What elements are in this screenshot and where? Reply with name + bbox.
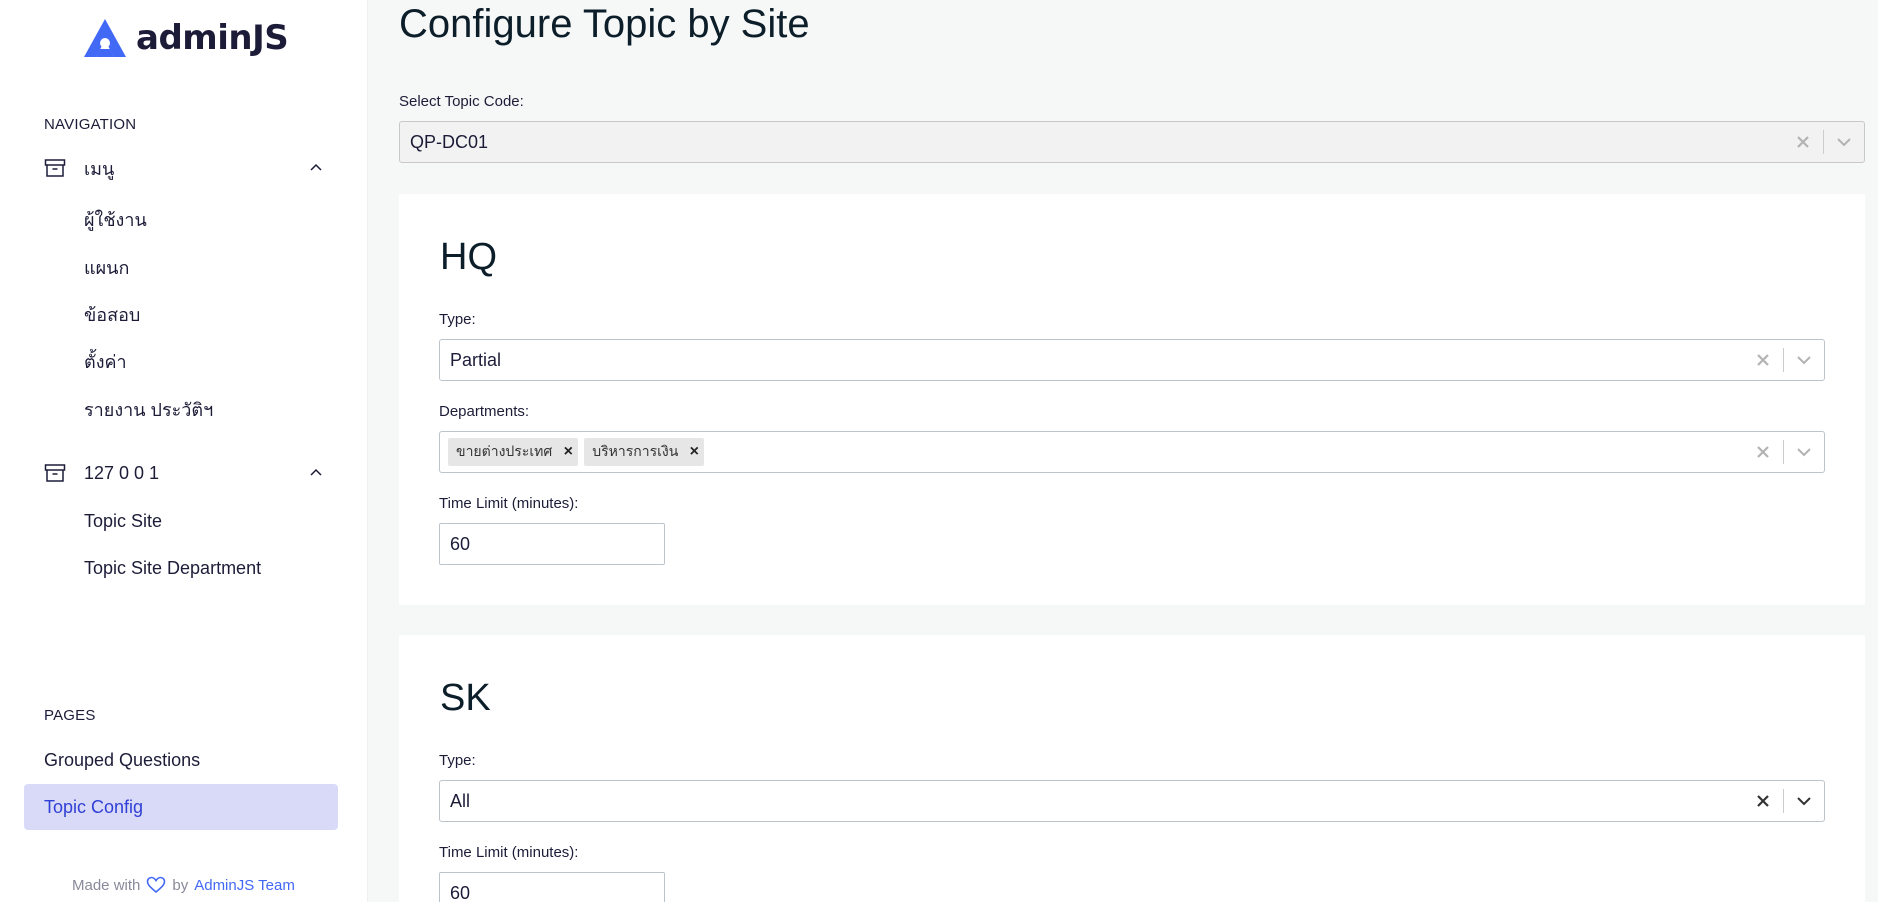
- chevron-up-icon[interactable]: [308, 465, 324, 481]
- clear-departments-button[interactable]: [1743, 432, 1783, 472]
- hq-type-select[interactable]: Partial: [439, 339, 1825, 381]
- sk-type-dropdown-button[interactable]: [1784, 781, 1824, 821]
- chevron-down-icon: [1797, 356, 1811, 365]
- nav-item-exams[interactable]: ข้อสอบ: [84, 300, 140, 329]
- nav-item-departments[interactable]: แผนก: [84, 253, 129, 282]
- hq-departments-label: Departments:: [439, 403, 530, 420]
- nav-item-topic-site[interactable]: Topic Site: [84, 511, 162, 532]
- page-title: Configure Topic by Site: [399, 2, 810, 46]
- adminjs-logo-icon: [84, 19, 126, 57]
- site-card-sk: [399, 635, 1865, 902]
- clear-sk-type-button[interactable]: [1743, 781, 1783, 821]
- brand-logo[interactable]: adminJS: [84, 18, 289, 58]
- close-icon: [1757, 446, 1769, 458]
- nav-item-topic-site-department[interactable]: Topic Site Department: [84, 558, 261, 579]
- topic-code-select[interactable]: QP-DC01: [399, 121, 1865, 163]
- hq-time-limit-label: Time Limit (minutes):: [439, 495, 579, 512]
- select-indicators: [1743, 432, 1824, 472]
- sk-type-value: All: [450, 790, 471, 811]
- topic-code-label: Select Topic Code:: [399, 93, 524, 110]
- sk-time-limit-label: Time Limit (minutes):: [439, 844, 579, 861]
- department-tag-label: ขายต่างประเทศ: [456, 443, 553, 459]
- nav-group-label: 127 0 0 1: [84, 462, 160, 483]
- hq-departments-select[interactable]: ขายต่างประเทศ × บริหารการเงิน ×: [439, 431, 1825, 473]
- page-link-grouped-questions[interactable]: Grouped Questions: [24, 737, 338, 783]
- select-indicators: [1743, 340, 1824, 380]
- sidebar: adminJS NAVIGATION เมนู ผู้ใช้งาน แผนก ข…: [0, 0, 368, 902]
- clear-topic-button[interactable]: [1783, 122, 1823, 162]
- by-text: by: [172, 876, 189, 894]
- site-title-hq: HQ: [440, 236, 497, 278]
- sk-type-select[interactable]: All: [439, 780, 1825, 822]
- archive-box-icon: [44, 159, 66, 177]
- chevron-down-icon: [1797, 797, 1811, 806]
- heart-icon: [147, 876, 166, 894]
- hq-time-limit-input[interactable]: [439, 523, 665, 565]
- close-icon: [1757, 354, 1769, 366]
- topic-code-value: QP-DC01: [410, 131, 489, 152]
- sk-time-limit-input[interactable]: [439, 872, 665, 902]
- nav-item-users[interactable]: ผู้ใช้งาน: [84, 205, 147, 234]
- remove-tag-icon[interactable]: ×: [684, 438, 704, 466]
- chevron-down-icon: [1797, 448, 1811, 457]
- departments-dropdown-button[interactable]: [1784, 432, 1824, 472]
- chevron-up-icon[interactable]: [308, 160, 324, 176]
- pages-heading: PAGES: [44, 707, 96, 724]
- nav-item-history-report[interactable]: รายงาน ประวัติฯ: [84, 395, 213, 424]
- close-icon: [1757, 795, 1769, 807]
- nav-group-label: เมนู: [84, 158, 115, 179]
- hq-type-label: Type:: [439, 311, 476, 328]
- select-indicators: [1783, 122, 1864, 162]
- select-indicators: [1743, 781, 1824, 821]
- page-link-topic-config[interactable]: Topic Config: [24, 784, 338, 830]
- navigation-heading: NAVIGATION: [44, 116, 137, 133]
- site-title-sk: SK: [440, 677, 491, 719]
- clear-hq-type-button[interactable]: [1743, 340, 1783, 380]
- adminjs-team-link[interactable]: AdminJS Team: [194, 877, 295, 894]
- made-with-text: Made with: [72, 876, 141, 894]
- nav-group-127-0-0-1[interactable]: 127 0 0 1: [44, 458, 324, 488]
- remove-tag-icon[interactable]: ×: [558, 438, 578, 466]
- hq-type-value: Partial: [450, 349, 502, 370]
- brand-name: adminJS: [136, 18, 289, 58]
- close-icon: [1797, 136, 1809, 148]
- footer-credit: Made with by AdminJS Team: [72, 876, 295, 894]
- department-tag-label: บริหารการเงิน: [592, 443, 679, 459]
- hq-type-dropdown-button[interactable]: [1784, 340, 1824, 380]
- archive-box-icon: [44, 464, 66, 482]
- nav-item-settings[interactable]: ตั้งค่า: [84, 347, 127, 376]
- sk-type-label: Type:: [439, 752, 476, 769]
- chevron-down-icon: [1837, 138, 1851, 147]
- department-tag: ขายต่างประเทศ ×: [448, 438, 579, 466]
- topic-dropdown-button[interactable]: [1824, 122, 1864, 162]
- department-tag: บริหารการเงิน ×: [584, 438, 705, 466]
- nav-group-menu[interactable]: เมนู: [44, 153, 324, 183]
